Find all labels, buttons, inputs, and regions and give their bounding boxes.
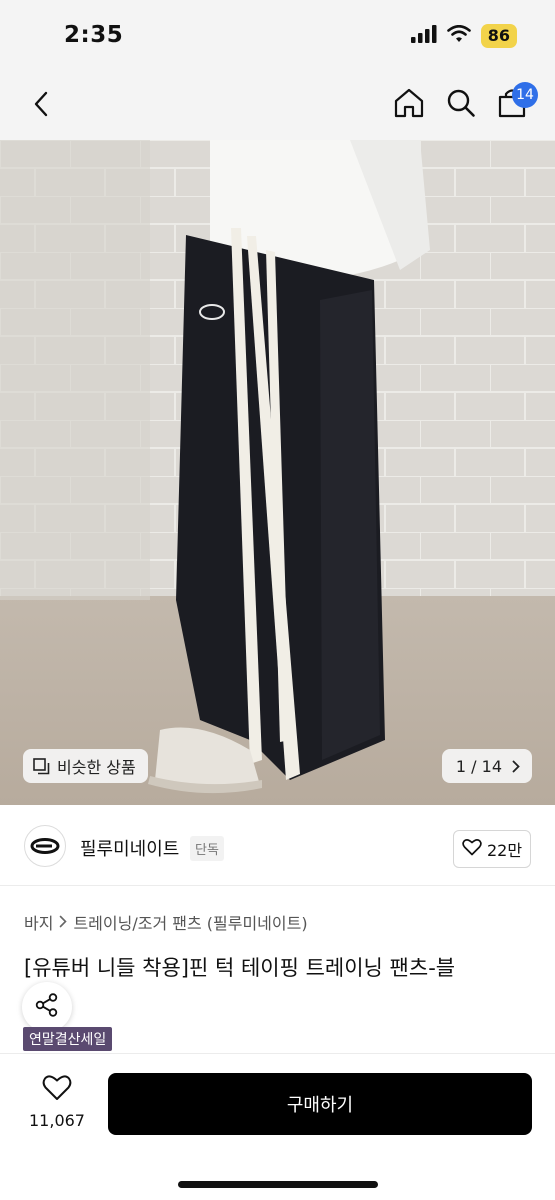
exclusive-tag: 단독	[190, 836, 224, 861]
image-counter: 1 / 14	[455, 756, 502, 776]
bottom-action-bar: 11,067 구매하기	[0, 1053, 555, 1200]
search-icon	[446, 88, 476, 122]
breadcrumb: 바지 트레이닝/조거 팬츠 (필루미네이트)	[24, 910, 308, 934]
cart-button[interactable]: 14	[494, 82, 538, 124]
wishlist-count: 11,067	[29, 1111, 85, 1130]
search-button[interactable]	[443, 86, 479, 124]
status-indicators: 86	[410, 24, 517, 48]
back-button[interactable]	[24, 88, 58, 124]
chevron-right-icon	[59, 913, 68, 932]
share-icon	[34, 992, 60, 1022]
chevron-right-icon	[512, 760, 520, 773]
similar-products-button[interactable]: 비슷한 상품	[23, 749, 148, 783]
heart-icon	[42, 1074, 72, 1105]
wifi-icon	[446, 24, 471, 47]
product-image[interactable]: 비슷한 상품 1 / 14	[0, 140, 555, 805]
brand-logo[interactable]	[24, 825, 66, 867]
brand-like-button[interactable]: 22만	[453, 830, 531, 868]
home-indicator	[178, 1181, 378, 1188]
home-icon	[393, 87, 425, 123]
brand-row: 필루미네이트 단독 22만	[0, 806, 555, 886]
similar-icon	[33, 757, 50, 775]
share-button[interactable]	[22, 982, 72, 1032]
signal-icon	[410, 25, 437, 47]
home-button[interactable]	[391, 86, 427, 124]
back-icon	[33, 91, 49, 121]
image-counter-button[interactable]: 1 / 14	[441, 749, 532, 783]
product-photo	[0, 140, 555, 805]
sale-tag: 연말결산세일	[23, 1027, 113, 1051]
brand-name[interactable]: 필루미네이트	[80, 835, 179, 861]
breadcrumb-category[interactable]: 바지	[24, 910, 53, 934]
wishlist-button[interactable]: 11,067	[20, 1074, 94, 1130]
status-bar: 2:35 86	[0, 0, 555, 72]
status-time: 2:35	[64, 22, 124, 48]
nav-bar: 14	[0, 72, 555, 140]
buy-button[interactable]: 구매하기	[108, 1073, 532, 1135]
product-title: [유튜버 니들 착용]핀 턱 테이핑 트레이닝 팬츠-블	[24, 956, 456, 980]
heart-icon	[462, 838, 482, 860]
similar-products-label: 비슷한 상품	[57, 758, 136, 777]
battery-indicator: 86	[480, 24, 517, 48]
breadcrumb-subcategory[interactable]: 트레이닝/조거 팬츠 (필루미네이트)	[73, 910, 307, 934]
cart-count-badge: 14	[512, 82, 538, 108]
brand-like-count: 22만	[486, 841, 523, 860]
